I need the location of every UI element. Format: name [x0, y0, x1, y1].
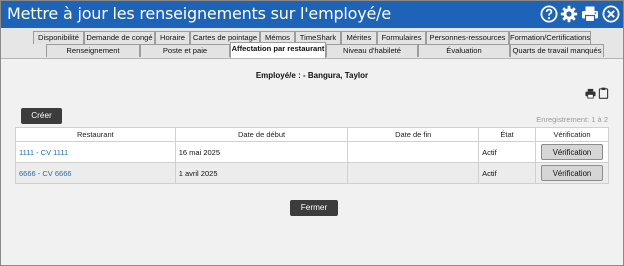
restaurant-link[interactable]: 1111 - CV 1111 [15, 141, 176, 163]
tab-demande-de-conge[interactable]: Demande de congé [84, 31, 155, 44]
tab-disponibilite[interactable]: Disponibilité [33, 31, 84, 44]
state-cell: Actif [478, 141, 536, 163]
column-header-start-date: Date de début [174, 127, 349, 142]
clipboard-icon[interactable] [598, 87, 609, 99]
column-header-verification: Vérification [535, 127, 609, 142]
tab-evaluation[interactable]: Évaluation [418, 44, 510, 57]
print-icon[interactable] [585, 88, 596, 99]
tab-formation-certifications[interactable]: Formation/Certifications [509, 31, 591, 44]
end-date-cell [347, 162, 480, 184]
table-row: 1111 - CV 1111 16 mai 2025 Actif Vérific… [15, 141, 609, 163]
start-date-cell: 16 mai 2025 [174, 141, 349, 163]
verification-cell: Vérification [535, 141, 609, 163]
tab-horaire[interactable]: Horaire [155, 31, 190, 44]
tab-affectation-par-restaurant[interactable]: Affectation par restaurant [230, 42, 326, 58]
print-icon[interactable] [581, 5, 599, 23]
start-date-cell: 1 avril 2025 [174, 162, 349, 184]
verification-cell: Vérification [535, 162, 609, 184]
close-icon[interactable] [602, 5, 620, 23]
tab-content: Employé/e : - Bangura, Taylor Créer Enre… [1, 59, 623, 265]
table-row: 6666 - CV 6666 1 avril 2025 Actif Vérifi… [15, 162, 609, 184]
window-title: Mettre à jour les renseignements sur l'e… [7, 4, 391, 23]
gear-icon[interactable] [560, 5, 578, 23]
title-bar: Mettre à jour les renseignements sur l'e… [1, 1, 623, 28]
tab-formulaires[interactable]: Formulaires [377, 31, 426, 44]
employee-label: Employé/e : - Bangura, Taylor [255, 71, 369, 80]
end-date-cell [347, 141, 480, 163]
assignments-table: Restaurant Date de début Date de fin Éta… [15, 127, 609, 184]
column-header-state: État [478, 127, 536, 142]
tab-merites[interactable]: Mérites [341, 31, 377, 44]
table-header-row: Restaurant Date de début Date de fin Éta… [15, 127, 609, 142]
column-header-restaurant: Restaurant [15, 127, 176, 142]
close-button[interactable]: Fermer [290, 200, 338, 216]
tab-renseignement[interactable]: Renseignement [46, 44, 140, 57]
help-icon[interactable] [540, 5, 558, 23]
record-count: Enregistrement: 1 à 2 [536, 115, 608, 124]
state-cell: Actif [478, 162, 536, 184]
dialog-window: Mettre à jour les renseignements sur l'e… [0, 0, 624, 266]
tab-niveau-habilete[interactable]: Niveau d'habileté [326, 44, 418, 57]
tab-strip: Disponibilité Demande de congé Horaire C… [1, 28, 623, 59]
column-header-end-date: Date de fin [347, 127, 480, 142]
tab-quarts-manques[interactable]: Quarts de travail manqués [510, 44, 604, 57]
tab-poste-et-paie[interactable]: Poste et paie [140, 44, 230, 57]
create-button[interactable]: Créer [21, 108, 62, 124]
verification-button[interactable]: Vérification [541, 144, 603, 160]
tab-personnes-ressources[interactable]: Personnes-ressources [426, 31, 509, 44]
verification-button[interactable]: Vérification [541, 165, 603, 181]
restaurant-link[interactable]: 6666 - CV 6666 [15, 162, 176, 184]
